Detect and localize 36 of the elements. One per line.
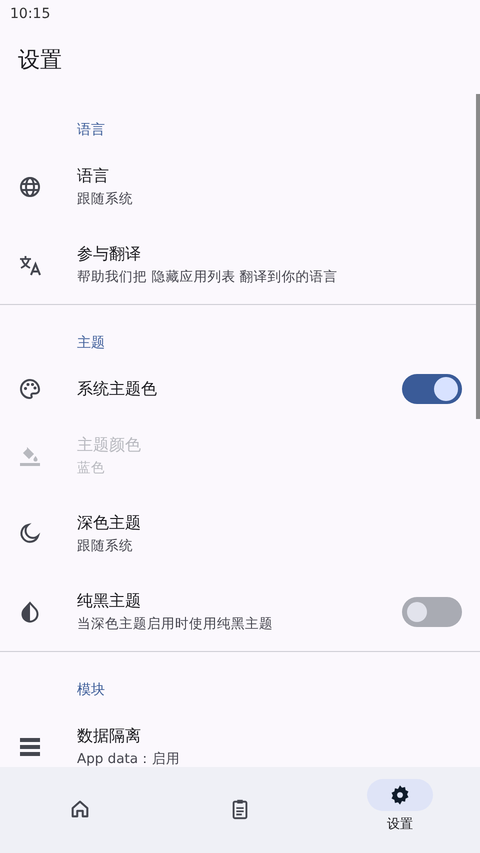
settings-icon bbox=[389, 784, 411, 806]
item-title: 参与翻译 bbox=[77, 244, 142, 265]
paint-bucket-icon bbox=[18, 444, 42, 468]
section-header: 主题 bbox=[77, 335, 105, 351]
settings-item[interactable]: 参与翻译 帮助我们把 隐藏应用列表 翻译到你的语言 bbox=[0, 226, 480, 304]
item-title: 数据隔离 bbox=[77, 726, 142, 747]
item-subtitle: 当深色主题启用时使用纯黑主题 bbox=[77, 615, 274, 633]
section-header: 模块 bbox=[77, 682, 105, 698]
home-icon bbox=[69, 798, 91, 820]
toggle-switch[interactable] bbox=[402, 597, 462, 627]
item-subtitle: 帮助我们把 隐藏应用列表 翻译到你的语言 bbox=[77, 268, 339, 286]
item-subtitle: 跟随系统 bbox=[77, 537, 134, 555]
settings-item[interactable]: 数据隔离 App data：启用 bbox=[0, 708, 480, 767]
translate-icon bbox=[18, 253, 42, 277]
storage-icon bbox=[18, 735, 42, 759]
settings-item[interactable]: 语言 跟随系统 bbox=[0, 148, 480, 226]
palette-icon bbox=[18, 377, 42, 401]
nav-tab[interactable]: 设置 bbox=[330, 779, 470, 833]
section-header: 语言 bbox=[77, 122, 105, 138]
item-subtitle: 蓝色 bbox=[77, 459, 106, 477]
settings-item[interactable]: 深色主题 跟随系统 bbox=[0, 495, 480, 573]
page-title: 设置 bbox=[18, 47, 62, 75]
item-subtitle: 跟随系统 bbox=[77, 190, 134, 208]
globe-icon bbox=[18, 175, 42, 199]
item-title: 系统主题色 bbox=[77, 378, 158, 400]
item-title: 主题颜色 bbox=[77, 435, 142, 456]
item-subtitle: App data：启用 bbox=[77, 750, 182, 767]
status-time: 10:15 bbox=[10, 6, 50, 22]
nav-label: 设置 bbox=[387, 816, 413, 833]
settings-item[interactable]: 纯黑主题 当深色主题启用时使用纯黑主题 bbox=[0, 573, 480, 651]
settings-item[interactable]: 系统主题色 bbox=[0, 361, 480, 417]
toggle-switch[interactable] bbox=[402, 374, 462, 404]
moon-icon bbox=[18, 522, 42, 546]
item-title: 语言 bbox=[77, 166, 110, 187]
item-title: 纯黑主题 bbox=[77, 591, 142, 612]
item-title: 深色主题 bbox=[77, 513, 142, 534]
